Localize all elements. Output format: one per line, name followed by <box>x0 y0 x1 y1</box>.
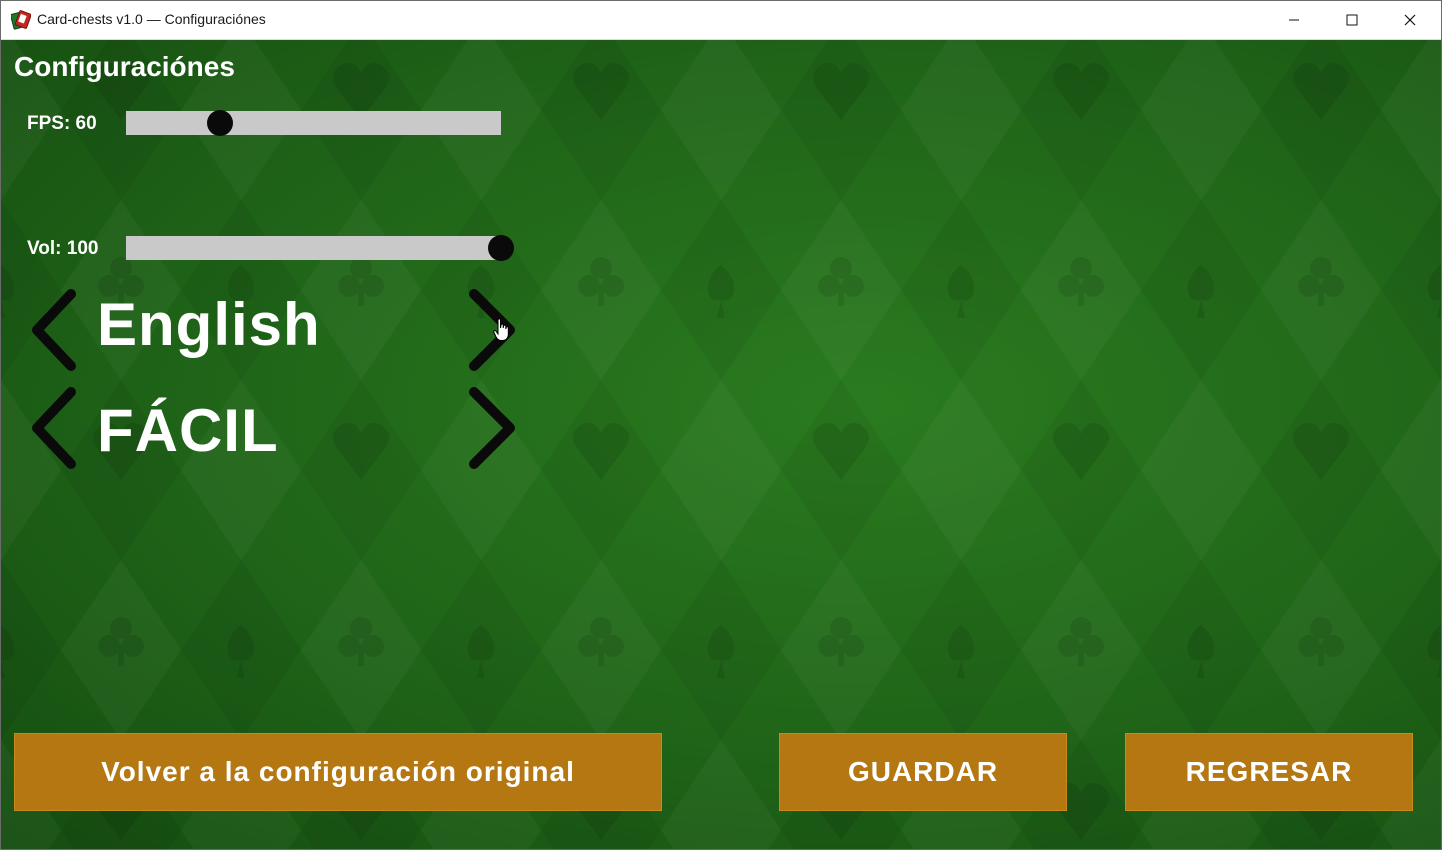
hand-cursor-icon <box>493 318 509 341</box>
fps-slider[interactable] <box>126 110 501 136</box>
language-value: English <box>97 291 321 358</box>
volume-slider-thumb[interactable] <box>488 235 514 261</box>
reset-defaults-button[interactable]: Volver a la configuración original <box>14 733 662 811</box>
close-button[interactable] <box>1381 1 1439 39</box>
app-icon <box>11 10 31 30</box>
settings-screen: Configuraciónes FPS: 60 Vol: 100 English… <box>1 40 1441 849</box>
maximize-icon <box>1346 14 1358 26</box>
volume-label: Vol: 100 <box>27 238 99 259</box>
fps-slider-thumb[interactable] <box>206 110 233 136</box>
page-title: Configuraciónes <box>14 51 235 82</box>
title-bar[interactable]: Card-chests v1.0 — Configuraciónes <box>1 1 1441 40</box>
app-window: Card-chests v1.0 — Configuraciónes Confi… <box>0 0 1442 850</box>
window-title: Card-chests v1.0 — Configuraciónes <box>37 11 266 27</box>
minimize-icon <box>1289 19 1299 21</box>
save-button[interactable]: GUARDAR <box>779 733 1067 811</box>
difficulty-next-icon[interactable] <box>466 386 518 470</box>
minimize-button[interactable] <box>1265 1 1323 39</box>
close-icon <box>1404 14 1416 26</box>
volume-slider[interactable] <box>126 235 514 261</box>
difficulty-value: FÁCIL <box>97 397 279 464</box>
back-button[interactable]: REGRESAR <box>1125 733 1413 811</box>
maximize-button[interactable] <box>1323 1 1381 39</box>
language-prev-icon[interactable] <box>29 288 81 372</box>
difficulty-prev-icon[interactable] <box>29 386 81 470</box>
fps-label: FPS: 60 <box>27 113 97 134</box>
